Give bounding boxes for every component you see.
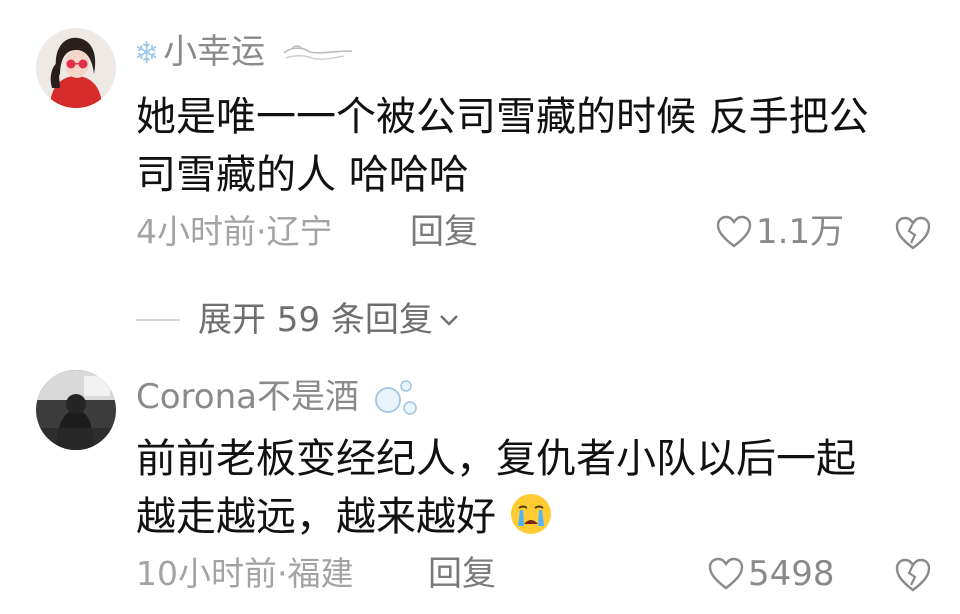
snowflake-icon: ❄ <box>134 36 160 71</box>
reply-button[interactable]: 回复 <box>428 554 496 594</box>
comment-text-line: 越走越远，越来越好 <box>136 488 856 546</box>
broken-heart-icon[interactable] <box>894 214 932 252</box>
chevron-down-icon <box>440 315 458 326</box>
expand-replies-label: 展开 59 条回复 <box>198 300 433 340</box>
comment-location: 辽宁 <box>266 212 333 251</box>
like-count: 5498 <box>748 554 835 594</box>
crying-face-icon <box>510 494 551 534</box>
comment-meta: 10小时前·福建 <box>136 554 354 594</box>
comment-text-line: 她是唯一一个被公司雪藏的时候 反手把公 <box>136 94 869 140</box>
like-button[interactable]: 5498 <box>708 554 835 594</box>
comment-text-line: 前前老板变经纪人，复仇者小队以后一起 <box>136 436 856 482</box>
comment-text: 她是唯一一个被公司雪藏的时候 反手把公 司雪藏的人 哈哈哈 <box>136 88 869 204</box>
avatar-girl-red-coat-icon <box>36 28 116 108</box>
divider-line <box>136 319 180 321</box>
reply-button[interactable]: 回复 <box>410 212 478 252</box>
expand-replies-button[interactable]: 展开 59 条回复 <box>136 300 459 340</box>
comment-meta: 4小时前·辽宁 <box>136 212 333 252</box>
comment-location: 福建 <box>287 554 354 593</box>
like-count: 1.1万 <box>756 212 845 252</box>
comment-text-line: 司雪藏的人 哈哈哈 <box>136 152 469 198</box>
comment-time: 4小时前 <box>136 212 256 251</box>
meta-separator: · <box>277 554 288 593</box>
meta-separator: · <box>256 212 267 251</box>
avatar[interactable] <box>36 28 116 108</box>
bubbles-icon <box>374 380 417 415</box>
broken-heart-icon[interactable] <box>894 556 932 594</box>
heart-icon <box>708 557 744 590</box>
wind-swirl-icon <box>283 45 352 60</box>
avatar[interactable] <box>36 370 116 450</box>
like-button[interactable]: 1.1万 <box>716 212 844 252</box>
comment-text: 前前老板变经纪人，复仇者小队以后一起 越走越远，越来越好 <box>136 430 856 546</box>
comment-time: 10小时前 <box>136 554 277 593</box>
comment-username[interactable]: ❄ 小幸运 <box>134 32 354 74</box>
heart-icon <box>716 215 752 248</box>
avatar-dark-room-icon <box>36 370 116 450</box>
comment-username[interactable]: Corona不是酒 <box>136 376 420 417</box>
